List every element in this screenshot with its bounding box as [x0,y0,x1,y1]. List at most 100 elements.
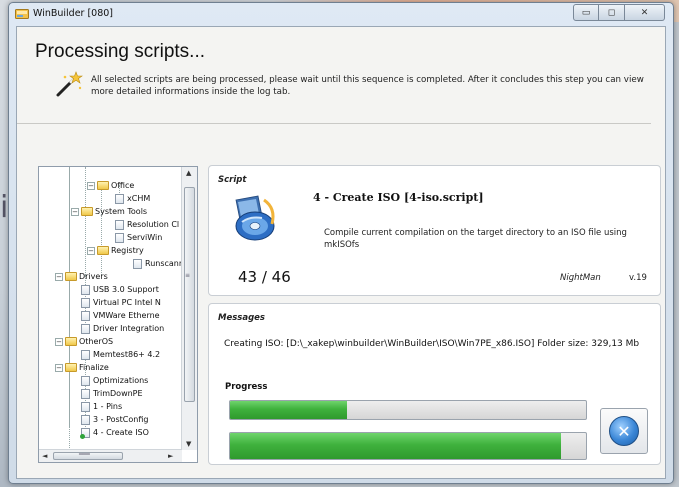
tree-script-item[interactable]: VMWare Etherne [81,309,160,322]
script-progress-bar [229,400,587,420]
tree-item-label: USB 3.0 Support [93,285,159,294]
folder-icon [65,337,77,346]
tree-item-label: 3 - PostConfig [93,415,149,424]
tree-item-label: TrimDownPE [93,389,143,398]
cd-disc-icon [235,195,275,241]
script-file-icon [133,258,142,269]
tree-folder-item[interactable]: − System Tools [71,205,147,218]
tree-horizontal-scrollbar[interactable]: ◄ ═══ ► [39,449,182,462]
tree-item-label: Optimizations [93,376,149,385]
tree-item-label: Registry [111,246,144,255]
tree-item-label: Runscanr [145,259,182,268]
script-version: v.19 [629,273,647,283]
tree-script-item[interactable]: ServiWin [115,231,162,244]
tree-item-label: VMWare Etherne [93,311,160,320]
tree-folder-item[interactable]: − Office [87,179,134,192]
header-divider [17,123,651,124]
tree-folder-item[interactable]: − Drivers [55,270,108,283]
tree-item-label: OtherOS [79,337,114,346]
messages-panel-label: Messages [218,313,265,323]
hscroll-grip-icon: ═══ [79,451,90,458]
progress-label: Progress [225,382,268,392]
scroll-right-icon[interactable]: ► [168,452,173,460]
scroll-down-icon[interactable]: ▼ [186,440,191,448]
tree-folder-item[interactable]: − OtherOS [55,335,113,348]
tree-guide-line [101,185,102,275]
tree-script-item[interactable]: Virtual PC Intel N [81,296,161,309]
tree-script-item[interactable]: Memtest86+ 4.2 [81,348,160,361]
tree-item-label: ServiWin [127,233,163,242]
status-message: Creating ISO: [D:\_xakep\winbuilder\WinB… [224,339,640,349]
script-file-icon [80,427,90,439]
scroll-up-icon[interactable]: ▲ [186,169,191,177]
tree-collapse-icon[interactable]: − [55,337,63,346]
script-tree-content: − Office xCHM − System Tools Resolution Cl Ser… [39,167,182,450]
winbuilder-window: WinBuilder [080] ▭ ◻ ✕ Processing script… [8,2,674,484]
tree-script-item[interactable]: xCHM [115,192,150,205]
tree-item-label: Finalize [79,363,109,372]
script-description: Compile current compilation on the targe… [324,228,627,250]
minimize-button[interactable]: ▭ [573,4,599,21]
minimize-icon: ▭ [581,7,591,18]
processing-description: All selected scripts are being processed… [91,75,644,97]
window-controls: ▭ ◻ ✕ [573,4,665,21]
tree-script-item[interactable]: 1 - Pins [81,400,122,413]
tree-item-label: 4 - Create ISO [93,428,149,437]
script-file-icon [81,375,90,386]
tree-script-item[interactable]: Driver Integration [81,322,164,335]
tree-script-item[interactable]: 3 - PostConfig [81,413,148,426]
page-title: Processing scripts... [35,41,205,62]
tree-collapse-icon[interactable]: − [87,246,95,255]
tree-item-label: 1 - Pins [93,402,123,411]
script-file-icon [115,232,124,243]
close-button[interactable]: ✕ [625,4,665,21]
tree-item-label: Virtual PC Intel N [93,298,161,307]
cancel-x-icon: ✕ [609,416,639,446]
tree-script-item[interactable]: Optimizations [81,374,148,387]
script-tree[interactable]: − Office xCHM − System Tools Resolution Cl Ser… [38,166,198,463]
tree-collapse-icon[interactable]: − [71,207,79,216]
maximize-button[interactable]: ◻ [599,4,625,21]
tree-folder-item[interactable]: − Registry [87,244,144,257]
magic-wand-icon [56,71,83,97]
cancel-button[interactable]: ✕ [600,408,648,454]
tree-item-label: Memtest86+ 4.2 [93,350,161,359]
tree-vertical-scroll-thumb[interactable] [184,187,195,402]
scroll-left-icon[interactable]: ◄ [42,452,47,460]
script-file-icon [115,219,124,230]
tree-script-item[interactable]: USB 3.0 Support [81,283,159,296]
script-panel-label: Script [218,175,247,185]
tree-collapse-icon[interactable]: − [55,272,63,281]
tree-item-label: System Tools [95,207,148,216]
tree-vertical-scrollbar[interactable]: ▲ ≡ ▼ [181,167,197,450]
script-name: 4 - Create ISO [4-iso.script] [313,191,484,204]
tree-collapse-icon[interactable]: − [87,181,95,190]
script-file-icon [81,401,90,412]
title-bar[interactable]: WinBuilder [080] ▭ ◻ ✕ [9,3,673,25]
tree-script-item[interactable]: 4 - Create ISO [80,426,149,439]
script-author: NightMan [560,273,601,283]
tree-item-label: Drivers [79,272,108,281]
total-progress-fill [230,433,562,459]
folder-icon [65,272,77,281]
tree-item-label: xCHM [127,194,151,203]
tree-item-label: Office [111,181,135,190]
script-file-icon [81,297,90,308]
messages-panel: Messages Creating ISO: [D:\_xakep\winbui… [208,303,661,465]
script-file-icon [81,310,90,321]
tree-guide-line [85,167,86,279]
tree-folder-item[interactable]: − Finalize [55,361,109,374]
script-panel: Script 4 - Create ISO [4-iso.script] Com… [208,165,661,296]
tree-item-label: Driver Integration [93,324,165,333]
close-icon: ✕ [640,7,649,18]
script-progress-fill [230,401,348,419]
folder-icon [97,181,109,190]
script-file-icon [81,323,90,334]
tree-script-item[interactable]: TrimDownPE [81,387,143,400]
tree-collapse-icon[interactable]: − [55,363,63,372]
folder-icon [65,363,77,372]
tree-script-item[interactable]: Runscanr [133,257,182,270]
tree-script-item[interactable]: Resolution Cl [115,218,179,231]
script-file-icon [115,193,124,204]
winbuilder-icon [15,9,29,19]
